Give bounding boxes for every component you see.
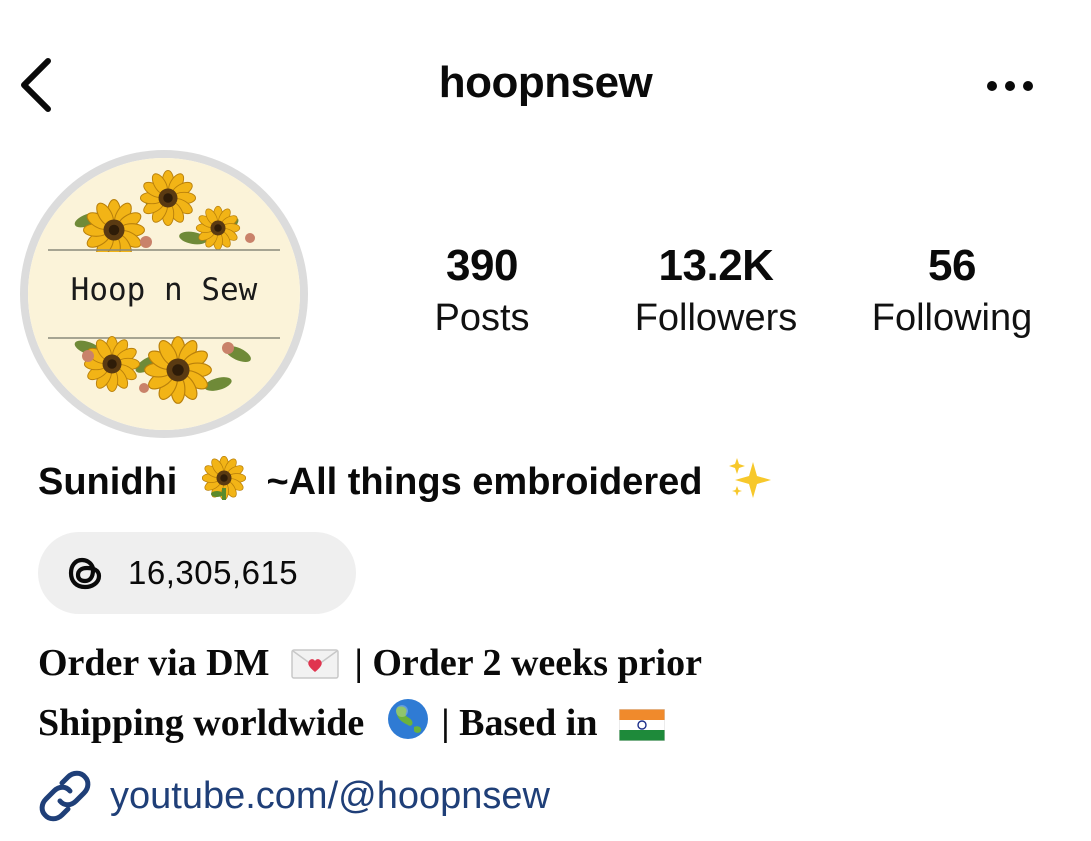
following-label: Following bbox=[871, 297, 1033, 339]
link-icon bbox=[38, 769, 92, 823]
threads-icon bbox=[64, 551, 108, 595]
profile-username-title: hoopnsew bbox=[438, 58, 653, 107]
following-stat[interactable]: 56 Following bbox=[852, 240, 1052, 344]
bio-line-1: Order via DM | Order 2 weeks prior bbox=[38, 636, 702, 696]
followers-count: 13.2K bbox=[658, 241, 774, 290]
profile-display-name: Sunidhi ~All things embroidered bbox=[38, 455, 773, 514]
display-name-text: Sunidhi bbox=[38, 461, 178, 503]
bio: Order via DM | Order 2 weeks prior Shipp… bbox=[38, 636, 702, 756]
bio-based-in: | Based in bbox=[441, 702, 598, 744]
threads-badge[interactable]: 16,305,615 bbox=[38, 532, 356, 614]
bio-order-prior: | Order 2 weeks prior bbox=[354, 642, 702, 684]
india-flag-emoji-icon bbox=[618, 702, 666, 756]
avatar-logo-text: Hoop n Sew bbox=[70, 272, 258, 308]
link-text[interactable]: youtube.com/@hoopnsew bbox=[110, 775, 550, 818]
followers-label: Followers bbox=[634, 297, 798, 339]
followers-stat[interactable]: 13.2K Followers bbox=[604, 240, 828, 344]
bio-order-via-dm: Order via DM bbox=[38, 642, 270, 684]
more-options-button[interactable] bbox=[978, 62, 1042, 110]
posts-label: Posts bbox=[434, 297, 530, 339]
bio-shipping: Shipping worldwide bbox=[38, 702, 365, 744]
posts-stat[interactable]: 390 Posts bbox=[412, 240, 552, 344]
ellipsis-horizontal-icon bbox=[987, 81, 1033, 91]
sunflower-emoji-icon bbox=[201, 455, 246, 514]
posts-count: 390 bbox=[446, 241, 518, 290]
tagline-text: ~All things embroidered bbox=[266, 461, 703, 503]
following-count: 56 bbox=[928, 241, 976, 290]
love-letter-emoji-icon bbox=[291, 642, 339, 696]
bio-line-2: Shipping worldwide | Based in bbox=[38, 696, 702, 756]
profile-link[interactable]: youtube.com/@hoopnsew bbox=[38, 768, 550, 824]
globe-emoji-icon bbox=[386, 697, 430, 756]
threads-follower-count: 16,305,615 bbox=[128, 554, 299, 591]
sparkles-emoji-icon bbox=[727, 456, 773, 514]
